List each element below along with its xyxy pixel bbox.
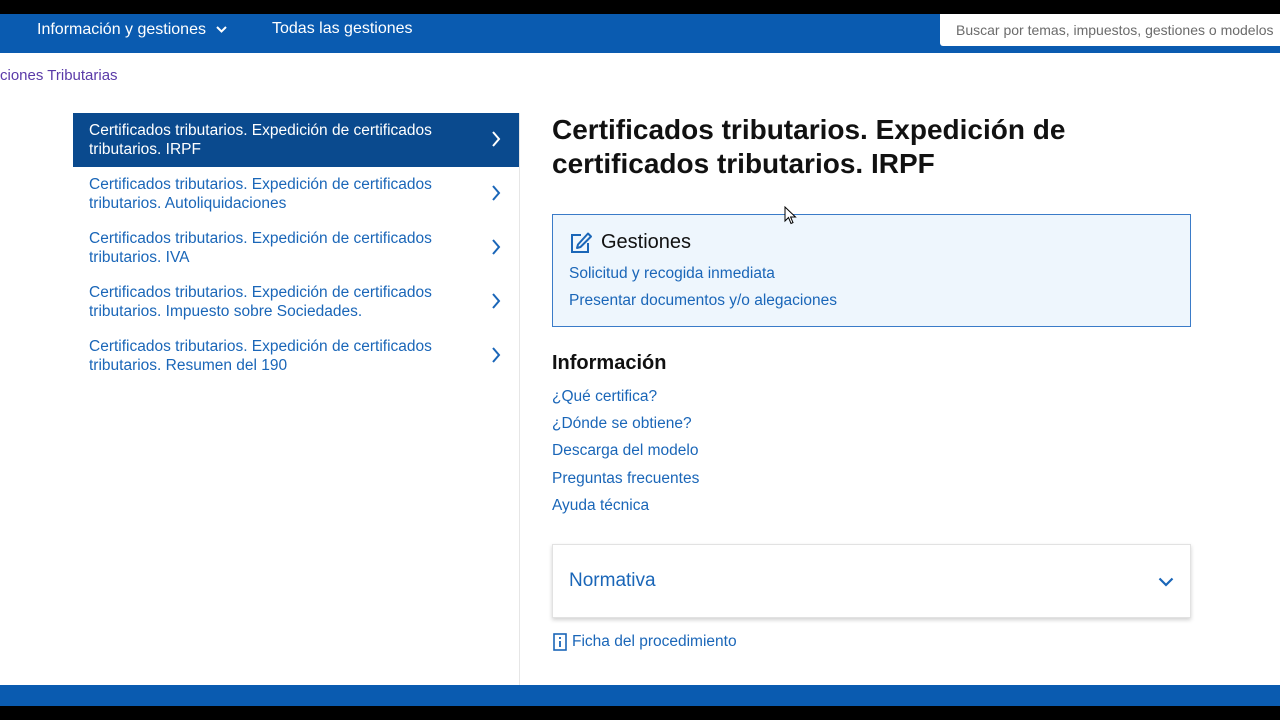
- mouse-cursor-icon: [784, 206, 797, 225]
- gestiones-heading-text: Gestiones: [601, 231, 692, 253]
- document-info-icon: [553, 633, 567, 651]
- breadcrumb[interactable]: ciones Tributarias: [0, 67, 118, 84]
- normativa-accordion[interactable]: Normativa: [552, 544, 1191, 618]
- sidebar-item-label: Certificados tributarios. Expedición de …: [89, 230, 432, 266]
- link-que-certifica[interactable]: ¿Qué certifica?: [552, 383, 699, 410]
- link-donde-se-obtiene[interactable]: ¿Dónde se obtiene?: [552, 410, 699, 437]
- top-navigation-bar: Información y gestiones Todas las gestio…: [0, 14, 1280, 53]
- chevron-right-icon: [491, 293, 501, 314]
- normativa-heading: Normativa: [569, 570, 656, 591]
- sidebar-item-resumen-190[interactable]: Certificados tributarios. Expedición de …: [73, 329, 519, 383]
- chevron-down-icon: [1158, 574, 1174, 592]
- sidebar-item-autoliquidaciones[interactable]: Certificados tributarios. Expedición de …: [73, 167, 519, 221]
- link-descarga-modelo[interactable]: Descarga del modelo: [552, 437, 699, 464]
- nav-informacion-gestiones[interactable]: Información y gestiones: [37, 19, 228, 40]
- nav-informacion-gestiones-label: Información y gestiones: [37, 21, 206, 38]
- search-box: [940, 14, 1280, 46]
- sidebar-item-sociedades[interactable]: Certificados tributarios. Expedición de …: [73, 275, 519, 329]
- ficha-procedimiento-label: Ficha del procedimiento: [572, 633, 737, 650]
- ficha-procedimiento-link[interactable]: Ficha del procedimiento: [552, 633, 737, 651]
- chevron-right-icon: [491, 239, 501, 260]
- edit-icon: [571, 232, 592, 253]
- informacion-links: ¿Qué certifica? ¿Dónde se obtiene? Desca…: [552, 383, 699, 519]
- page-title: Certificados tributarios. Expedición de …: [552, 114, 1066, 179]
- sidebar-item-label: Certificados tributarios. Expedición de …: [89, 338, 432, 374]
- sidebar-item-irpf[interactable]: Certificados tributarios. Expedición de …: [73, 113, 519, 167]
- column-divider: [519, 113, 520, 685]
- link-presentar-documentos[interactable]: Presentar documentos y/o alegaciones: [569, 292, 837, 310]
- sidebar-item-label: Certificados tributarios. Expedición de …: [89, 284, 432, 320]
- gestiones-heading: Gestiones: [569, 231, 691, 254]
- gestiones-panel: Gestiones Solicitud y recogida inmediata…: [552, 214, 1191, 327]
- informacion-heading: Información: [552, 352, 667, 374]
- chevron-right-icon: [491, 131, 501, 152]
- link-solicitud-recogida[interactable]: Solicitud y recogida inmediata: [569, 265, 775, 283]
- sidebar-item-label: Certificados tributarios. Expedición de …: [89, 122, 432, 158]
- chevron-right-icon: [491, 347, 501, 368]
- footer-bar: [0, 685, 1280, 706]
- search-input[interactable]: [940, 14, 1280, 46]
- sidebar-item-label: Certificados tributarios. Expedición de …: [89, 176, 432, 212]
- nav-todas-gestiones[interactable]: Todas las gestiones: [272, 19, 413, 39]
- chevron-down-icon: [216, 19, 228, 39]
- sidebar-item-iva[interactable]: Certificados tributarios. Expedición de …: [73, 221, 519, 275]
- link-preguntas-frecuentes[interactable]: Preguntas frecuentes: [552, 465, 699, 492]
- page: Información y gestiones Todas las gestio…: [0, 14, 1280, 706]
- link-ayuda-tecnica[interactable]: Ayuda técnica: [552, 492, 699, 519]
- sidebar-navigation: Certificados tributarios. Expedición de …: [73, 113, 519, 383]
- chevron-right-icon: [491, 185, 501, 206]
